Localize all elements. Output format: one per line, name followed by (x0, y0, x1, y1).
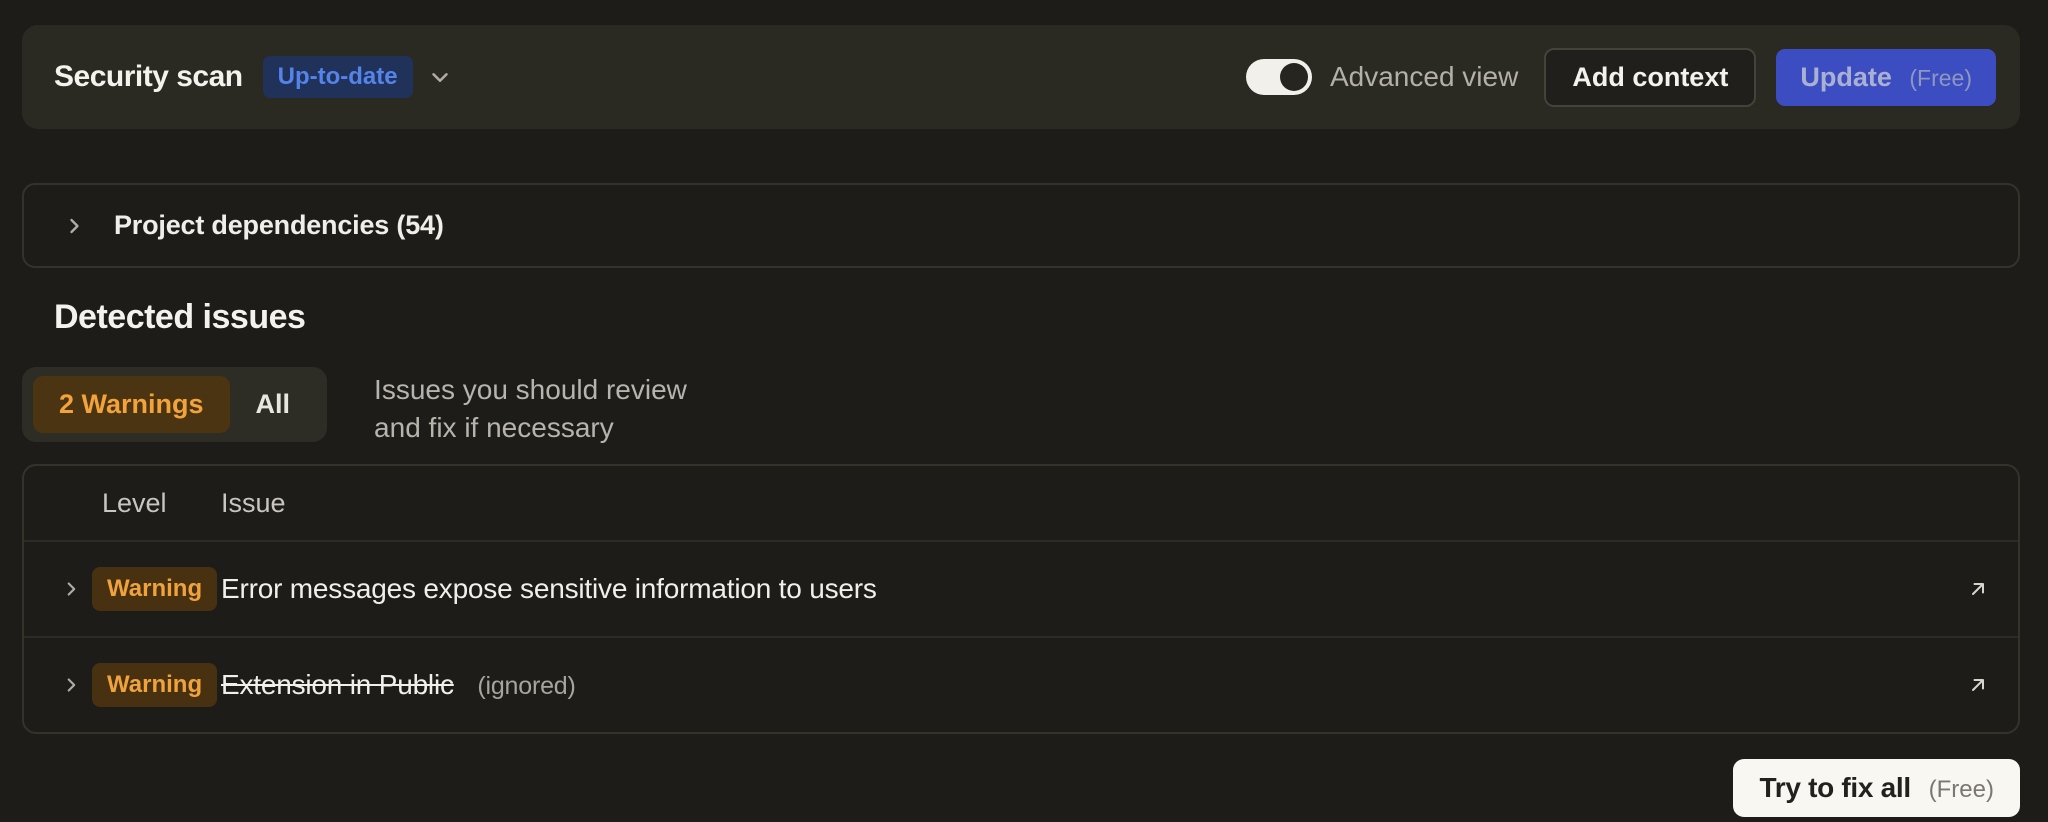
project-dependencies-label: Project dependencies (54) (114, 210, 444, 241)
status-badge[interactable]: Up-to-date (263, 56, 413, 98)
table-row[interactable]: Warning Error messages expose sensitive … (24, 540, 2018, 636)
update-button[interactable]: Update (Free) (1776, 49, 1996, 106)
column-header-issue: Issue (221, 488, 1950, 519)
update-button-label: Update (1800, 62, 1892, 92)
open-issue-icon[interactable] (1950, 577, 1990, 601)
chevron-down-icon[interactable] (427, 64, 453, 90)
open-issue-icon[interactable] (1950, 673, 1990, 697)
fix-all-row: Try to fix all (Free) (22, 759, 2020, 817)
issues-table-header: Level Issue (24, 466, 2018, 540)
table-row[interactable]: Warning Extension in Public (ignored) (24, 636, 2018, 732)
issues-filter-row: 2 Warnings All Issues you should review … (22, 367, 2020, 447)
expand-row-icon[interactable] (24, 578, 92, 600)
detected-issues-heading: Detected issues (54, 298, 2020, 337)
chevron-right-icon (62, 214, 86, 238)
issues-table: Level Issue Warning Error messages expos… (22, 464, 2020, 734)
issues-description: Issues you should review and fix if nece… (374, 371, 687, 447)
add-context-button[interactable]: Add context (1544, 48, 1756, 107)
warning-level-badge: Warning (92, 567, 217, 611)
tab-all[interactable]: All (230, 376, 317, 433)
try-to-fix-all-button[interactable]: Try to fix all (Free) (1733, 759, 2020, 817)
page-title: Security scan (54, 60, 243, 94)
issue-title: Error messages expose sensitive informat… (221, 573, 1950, 605)
ignored-tag: (ignored) (477, 672, 575, 700)
advanced-view-toggle[interactable] (1246, 59, 1312, 95)
project-dependencies-row[interactable]: Project dependencies (54) (22, 183, 2020, 268)
toggle-knob (1280, 63, 1308, 91)
column-header-level: Level (92, 488, 221, 519)
try-to-fix-all-free-tag: (Free) (1929, 776, 1994, 803)
update-button-free-tag: (Free) (1909, 65, 1972, 91)
header: Security scan Up-to-date Advanced view A… (22, 25, 2020, 129)
tab-warnings[interactable]: 2 Warnings (33, 376, 230, 433)
warning-level-badge: Warning (92, 663, 217, 707)
advanced-view-label: Advanced view (1330, 61, 1518, 93)
issues-description-line1: Issues you should review (374, 371, 687, 409)
expand-row-icon[interactable] (24, 674, 92, 696)
try-to-fix-all-label: Try to fix all (1759, 772, 1910, 803)
issues-filter-tabs: 2 Warnings All (22, 367, 327, 442)
issues-description-line2: and fix if necessary (374, 409, 687, 447)
issue-title: Extension in Public (ignored) (221, 669, 1950, 701)
security-scan-panel: Security scan Up-to-date Advanced view A… (0, 0, 2048, 817)
issue-title-strikethrough: Extension in Public (221, 669, 454, 700)
